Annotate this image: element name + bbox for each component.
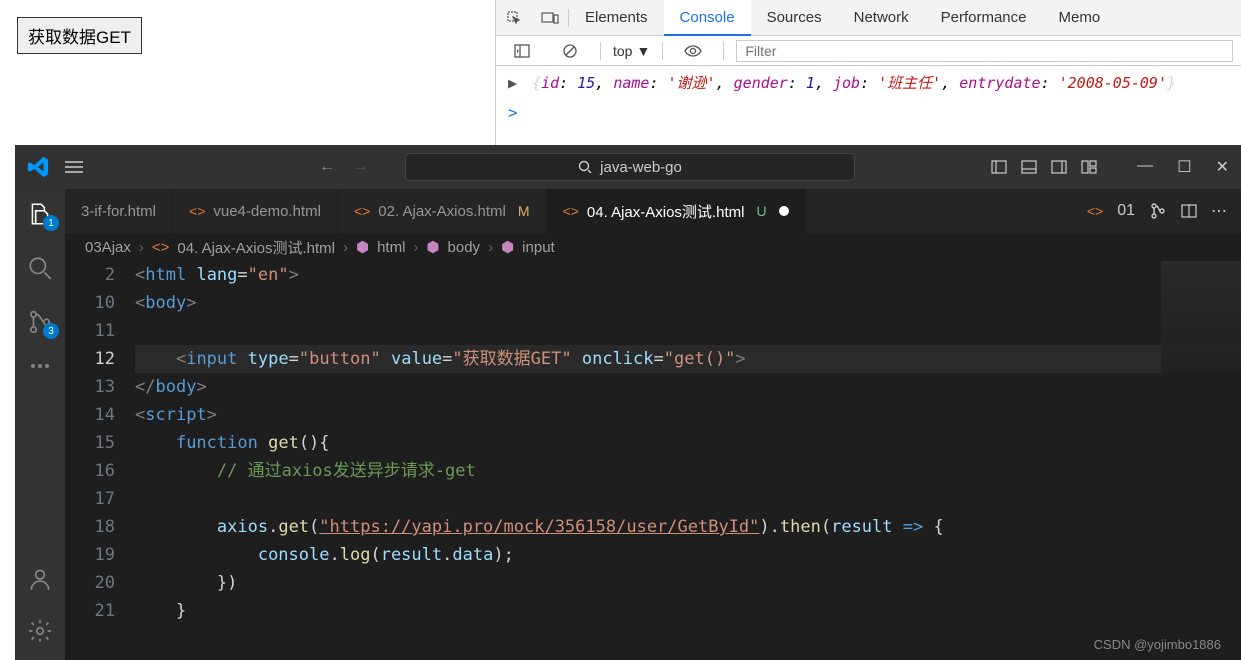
tab-file-3[interactable]: <>04. Ajax-Axios测试.htmlU [547,189,806,233]
account-icon[interactable] [27,566,53,592]
html-file-icon: <> [563,203,579,219]
context-selector[interactable]: top ▼ [613,43,650,59]
code-editor[interactable]: 2 10 11 12 13 14 15 16 17 18 19 20 21 <h… [65,261,1241,660]
console-prompt[interactable]: > [496,99,1241,126]
clear-console-icon[interactable] [556,37,584,65]
search-icon [578,160,592,174]
watermark: CSDN @yojimbo1886 [1094,637,1221,652]
badge: 3 [43,323,59,339]
explorer-icon[interactable]: 1 [27,201,53,227]
nav-forward-icon[interactable]: → [353,158,369,176]
html-file-icon: <> [1087,203,1103,219]
close-icon[interactable]: ✕ [1216,157,1229,177]
activity-bar: 1 3 [15,189,65,660]
tab-sources[interactable]: Sources [751,0,838,36]
search-activity-icon[interactable] [27,255,53,281]
html-file-icon: <> [189,203,205,219]
minimap[interactable] [1161,261,1241,660]
dirty-indicator [779,206,789,216]
filter-input[interactable] [736,40,1233,62]
vscode-window: ← → java-web-go — ☐ ✕ 1 [15,145,1241,660]
minimize-icon[interactable]: — [1137,157,1153,177]
separator [662,42,663,60]
layout-bottom-icon[interactable] [1021,160,1037,174]
titlebar: ← → java-web-go — ☐ ✕ [15,145,1241,189]
layout-right-icon[interactable] [1051,160,1067,174]
code-content: <html lang="en"> <body> <input type="but… [135,261,1241,660]
html-file-icon: <> [354,203,370,219]
editor-tabs: 3-if-for.html <>vue4-demo.html <>02. Aja… [65,189,1241,233]
breadcrumb[interactable]: 03Ajax› <>04. Ajax-Axios测试.html› ⬢html› … [65,233,1241,261]
source-control-icon[interactable]: 3 [27,309,53,335]
tab-elements[interactable]: Elements [569,0,664,36]
modified-indicator: M [518,203,530,219]
device-toolbar-icon[interactable] [536,4,564,32]
tab-peek[interactable]: 01 [1117,202,1135,220]
get-data-button[interactable]: 获取数据GET [17,17,142,54]
inspect-icon[interactable] [500,4,528,32]
expand-arrow-icon[interactable]: ▶ [508,74,517,92]
compare-icon[interactable] [1149,202,1167,220]
maximize-icon[interactable]: ☐ [1177,157,1191,177]
separator [600,42,601,60]
tab-file-0[interactable]: 3-if-for.html [65,189,173,233]
element-icon: ⬢ [356,238,369,256]
line-gutter: 2 10 11 12 13 14 15 16 17 18 19 20 21 [65,261,135,660]
html-file-icon: <> [152,239,170,256]
more-tabs-icon[interactable]: ⋯ [1211,201,1227,221]
element-icon: ⬢ [426,238,439,256]
more-icon[interactable] [30,363,50,369]
vscode-logo-icon [27,156,49,178]
chevron-down-icon: ▼ [636,43,650,59]
layout-grid-icon[interactable] [1081,160,1097,174]
tab-file-1[interactable]: <>vue4-demo.html [173,189,338,233]
hamburger-menu-icon[interactable] [65,160,83,174]
eye-icon[interactable] [679,37,707,65]
settings-gear-icon[interactable] [27,618,53,644]
element-icon: ⬢ [501,238,514,256]
untracked-indicator: U [756,203,766,219]
command-center[interactable]: java-web-go [405,153,855,181]
nav-back-icon[interactable]: ← [319,158,335,176]
console-output: ▶ {id: 15, name: '谢逊', gender: 1, job: '… [496,66,1241,99]
split-icon[interactable] [1181,204,1197,218]
layout-left-icon[interactable] [991,160,1007,174]
tab-performance[interactable]: Performance [925,0,1043,36]
separator [723,42,724,60]
tab-console[interactable]: Console [664,0,751,36]
tab-network[interactable]: Network [838,0,925,36]
devtools-panel: Elements Console Sources Network Perform… [495,0,1241,145]
badge: 1 [43,215,59,231]
tab-file-2[interactable]: <>02. Ajax-Axios.htmlM [338,189,547,233]
sidebar-toggle-icon[interactable] [508,37,536,65]
tab-memory[interactable]: Memo [1043,0,1117,36]
